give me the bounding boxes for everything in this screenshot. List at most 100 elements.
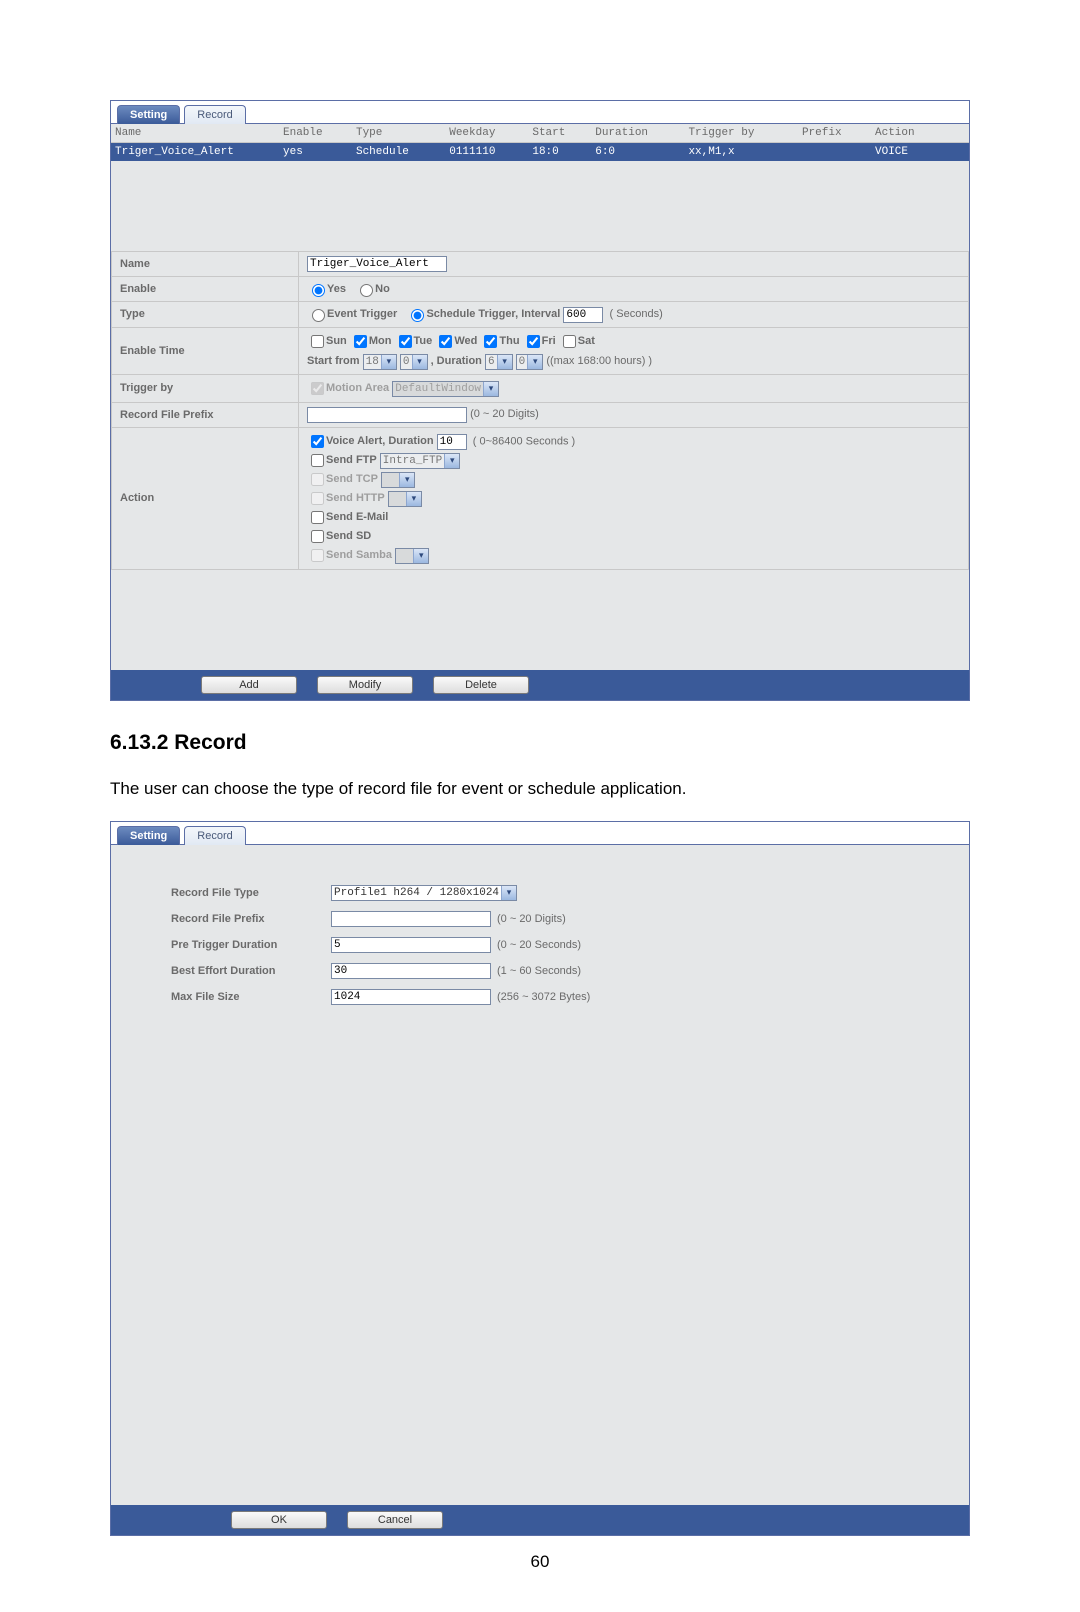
tab-setting-2[interactable]: Setting	[117, 826, 180, 845]
send-ftp-select[interactable]: Intra_FTP▾	[380, 453, 460, 469]
motion-area-checkbox	[311, 382, 324, 395]
section-text: The user can choose the type of record f…	[110, 779, 970, 799]
duration-hour-select[interactable]: 6▾	[485, 354, 513, 370]
label-best-effort: Best Effort Duration	[171, 965, 331, 977]
name-input[interactable]	[307, 256, 447, 272]
day-mon-checkbox[interactable]	[354, 335, 367, 348]
enable-no-radio[interactable]	[360, 284, 373, 297]
day-sun-checkbox[interactable]	[311, 335, 324, 348]
day-fri-label: Fri	[542, 335, 556, 347]
label-enable-time: Enable Time	[112, 327, 299, 374]
tab-setting[interactable]: Setting	[117, 105, 180, 124]
tab-record[interactable]: Record	[184, 105, 245, 124]
ok-button[interactable]: OK	[231, 1511, 327, 1529]
start-min-select[interactable]: 0▾	[400, 354, 428, 370]
label-file-prefix: Record File Prefix	[171, 913, 331, 925]
cancel-button[interactable]: Cancel	[347, 1511, 443, 1529]
day-sat-checkbox[interactable]	[563, 335, 576, 348]
voice-alert-input[interactable]	[437, 434, 467, 450]
button-bar: Add Modify Delete	[111, 670, 969, 700]
label-file-type: Record File Type	[171, 887, 331, 899]
add-button[interactable]: Add	[201, 676, 297, 694]
table-row[interactable]: Triger_Voice_Alert yes Schedule 0111110 …	[111, 143, 969, 162]
day-thu-checkbox[interactable]	[484, 335, 497, 348]
send-sd-checkbox[interactable]	[311, 530, 324, 543]
day-sun-label: Sun	[326, 335, 347, 347]
pre-trigger-input[interactable]	[331, 937, 491, 953]
send-ftp-label: Send FTP	[326, 454, 377, 466]
chevron-down-icon: ▾	[501, 886, 516, 900]
record-panel: Setting Record Record File Type Profile1…	[110, 821, 970, 1536]
col-action: Action	[871, 124, 969, 143]
day-fri-checkbox[interactable]	[527, 335, 540, 348]
cell-weekday: 0111110	[445, 143, 528, 162]
type-schedule-radio[interactable]	[411, 309, 424, 322]
page-number: 60	[0, 1552, 1080, 1572]
event-form: Name Enable Yes No Ty	[111, 251, 969, 570]
duration-label: , Duration	[431, 355, 482, 367]
file-prefix-hint: (0 ~ 20 Digits)	[497, 913, 566, 925]
col-duration: Duration	[591, 124, 684, 143]
col-prefix: Prefix	[798, 124, 871, 143]
enable-no-label: No	[375, 283, 390, 295]
type-event-radio[interactable]	[312, 309, 325, 322]
motion-area-label: Motion Area	[326, 382, 389, 394]
cell-start: 18:0	[528, 143, 591, 162]
delete-button[interactable]: Delete	[433, 676, 529, 694]
chevron-down-icon: ▾	[399, 473, 414, 487]
best-effort-hint: (1 ~ 60 Seconds)	[497, 965, 581, 977]
col-weekday: Weekday	[445, 124, 528, 143]
max-file-size-input[interactable]	[331, 989, 491, 1005]
day-tue-checkbox[interactable]	[399, 335, 412, 348]
label-type: Type	[112, 302, 299, 328]
file-prefix-input[interactable]	[331, 911, 491, 927]
duration-min-select[interactable]: 0▾	[516, 354, 544, 370]
start-hour-select[interactable]: 18▾	[363, 354, 397, 370]
voice-alert-hint: ( 0~86400 Seconds )	[473, 435, 575, 447]
col-enable: Enable	[279, 124, 352, 143]
setting-panel: Setting Record Name Enable Type Weekday …	[110, 100, 970, 701]
pre-trigger-hint: (0 ~ 20 Seconds)	[497, 939, 581, 951]
label-pre-trigger: Pre Trigger Duration	[171, 939, 331, 951]
cell-type: Schedule	[352, 143, 445, 162]
interval-hint: ( Seconds)	[610, 308, 663, 320]
interval-input[interactable]	[563, 307, 603, 323]
tab-record-2[interactable]: Record	[184, 826, 245, 845]
chevron-down-icon: ▾	[381, 355, 396, 369]
chevron-down-icon: ▾	[413, 549, 428, 563]
cell-action: VOICE	[871, 143, 969, 162]
chevron-down-icon: ▾	[412, 355, 427, 369]
section-heading: 6.13.2 Record	[110, 731, 970, 755]
cell-enable: yes	[279, 143, 352, 162]
modify-button[interactable]: Modify	[317, 676, 413, 694]
type-event-label: Event Trigger	[327, 308, 397, 320]
best-effort-input[interactable]	[331, 963, 491, 979]
voice-alert-checkbox[interactable]	[311, 435, 324, 448]
day-sat-label: Sat	[578, 335, 595, 347]
day-tue-label: Tue	[414, 335, 433, 347]
send-samba-checkbox	[311, 549, 324, 562]
file-type-select[interactable]: Profile1 h264 / 1280x1024▾	[331, 885, 517, 901]
label-trigger-by: Trigger by	[112, 374, 299, 402]
tabbar-2: Setting Record	[111, 822, 969, 845]
send-email-checkbox[interactable]	[311, 511, 324, 524]
tabbar: Setting Record	[111, 101, 969, 124]
prefix-hint: (0 ~ 20 Digits)	[470, 408, 539, 420]
label-action: Action	[112, 427, 299, 569]
motion-area-select: DefaultWindow▾	[392, 381, 499, 397]
start-from-label: Start from	[307, 355, 360, 367]
col-name: Name	[111, 124, 279, 143]
send-sd-label: Send SD	[326, 530, 371, 542]
type-schedule-label: Schedule Trigger, Interval	[426, 308, 560, 320]
record-form: Record File Type Profile1 h264 / 1280x10…	[111, 845, 969, 1025]
col-type: Type	[352, 124, 445, 143]
chevron-down-icon: ▾	[497, 355, 512, 369]
table-header: Name Enable Type Weekday Start Duration …	[111, 124, 969, 143]
send-ftp-checkbox[interactable]	[311, 454, 324, 467]
day-wed-checkbox[interactable]	[439, 335, 452, 348]
label-name: Name	[112, 252, 299, 277]
label-prefix: Record File Prefix	[112, 402, 299, 427]
prefix-input[interactable]	[307, 407, 467, 423]
chevron-down-icon: ▾	[483, 382, 498, 396]
enable-yes-radio[interactable]	[312, 284, 325, 297]
